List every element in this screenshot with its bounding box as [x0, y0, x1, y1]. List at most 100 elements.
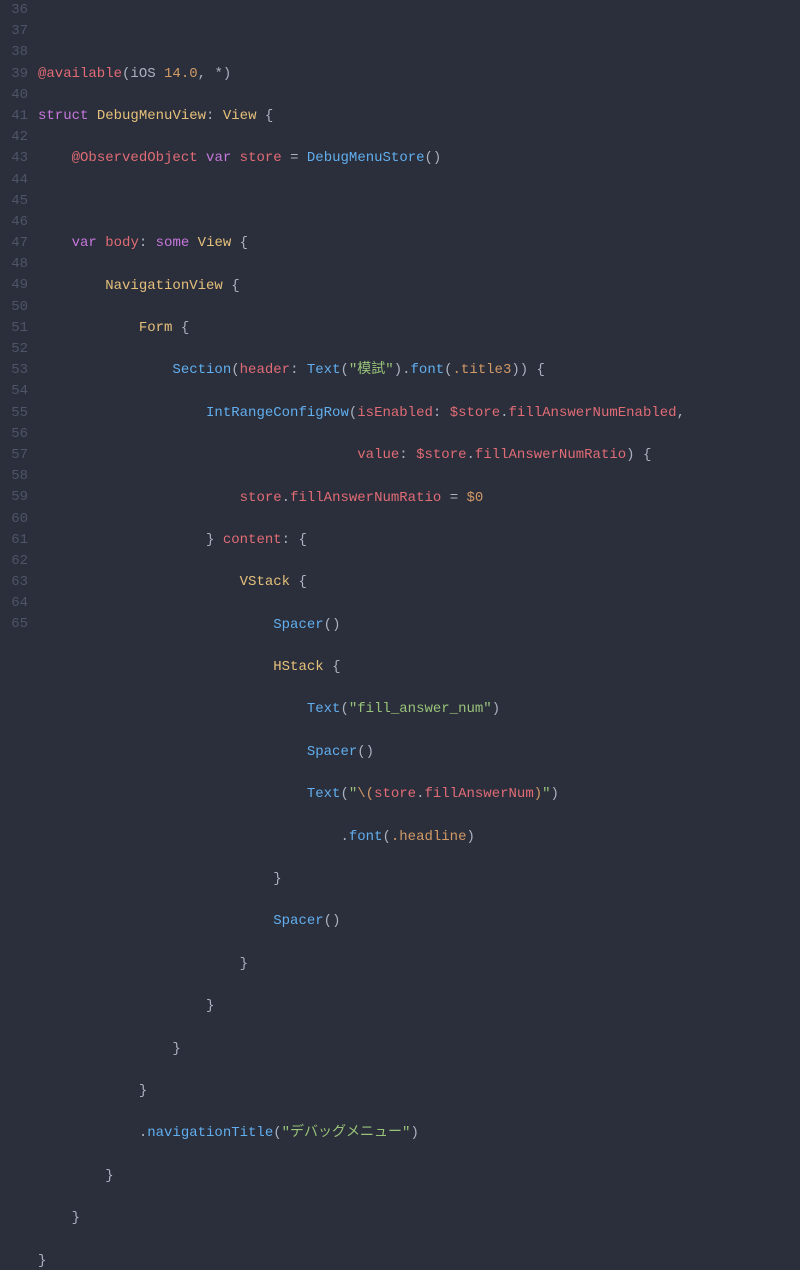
code-line[interactable]: NavigationView {	[38, 276, 800, 297]
code-line[interactable]: Spacer()	[38, 615, 800, 636]
id: fillAnswerNum	[425, 786, 534, 802]
code-line[interactable]: Spacer()	[38, 742, 800, 763]
code-line[interactable]: store.fillAnswerNumRatio = $0	[38, 488, 800, 509]
line-number: 39	[0, 64, 28, 85]
t: }	[38, 1168, 114, 1184]
t: (	[273, 1125, 281, 1141]
code-line[interactable]: }	[38, 869, 800, 890]
line-number: 43	[0, 148, 28, 169]
code-line[interactable]: }	[38, 1039, 800, 1060]
code-line[interactable]: var body: some View {	[38, 233, 800, 254]
ws	[38, 320, 139, 336]
t: :	[206, 108, 223, 124]
line-number: 40	[0, 85, 28, 106]
t: ) {	[626, 447, 651, 463]
line-number: 46	[0, 212, 28, 233]
code-content[interactable]: @available(iOS 14.0, *) struct DebugMenu…	[38, 0, 800, 635]
line-number: 47	[0, 233, 28, 254]
code-line[interactable]	[38, 191, 800, 212]
code-line[interactable]: Text("\(store.fillAnswerNum)")	[38, 784, 800, 805]
type: HStack	[273, 659, 323, 675]
t: :	[139, 235, 156, 251]
fn: DebugMenuStore	[307, 150, 425, 166]
t: {	[231, 235, 248, 251]
ws	[38, 913, 273, 929]
code-line[interactable]: @ObservedObject var store = DebugMenuSto…	[38, 148, 800, 169]
t: {	[172, 320, 189, 336]
code-line[interactable]: @available(iOS 14.0, *)	[38, 64, 800, 85]
code-editor[interactable]: 36 37 38 39 40 41 42 43 44 45 46 47 48 4…	[0, 0, 800, 635]
fn: Text	[307, 786, 341, 802]
ws	[38, 150, 72, 166]
type: NavigationView	[105, 278, 223, 294]
ws	[38, 574, 240, 590]
t: .	[38, 829, 349, 845]
t: (	[231, 362, 239, 378]
line-number: 52	[0, 339, 28, 360]
type: VStack	[240, 574, 290, 590]
t: {	[290, 574, 307, 590]
str: "デバッグメニュー"	[282, 1125, 411, 1141]
code-line[interactable]: IntRangeConfigRow(isEnabled: $store.fill…	[38, 403, 800, 424]
code-line[interactable]: .navigationTitle("デバッグメニュー")	[38, 1123, 800, 1144]
code-line[interactable]	[38, 21, 800, 42]
line-number: 51	[0, 318, 28, 339]
line-number: 58	[0, 466, 28, 487]
code-line[interactable]: Text("fill_answer_num")	[38, 699, 800, 720]
arg: isEnabled	[357, 405, 433, 421]
t: .	[282, 490, 290, 506]
t: : {	[282, 532, 307, 548]
t: .	[416, 786, 424, 802]
code-line[interactable]: VStack {	[38, 572, 800, 593]
num: $0	[467, 490, 484, 506]
code-line[interactable]: }	[38, 1208, 800, 1229]
code-line[interactable]: value: $store.fillAnswerNumRatio) {	[38, 445, 800, 466]
code-line[interactable]: struct DebugMenuView: View {	[38, 106, 800, 127]
line-number: 64	[0, 593, 28, 614]
code-line[interactable]: Section(header: Text("模試").font(.title3)…	[38, 360, 800, 381]
line-number: 62	[0, 551, 28, 572]
line-number: 42	[0, 127, 28, 148]
code-line[interactable]: } content: {	[38, 530, 800, 551]
line-number: 48	[0, 254, 28, 275]
t: }	[38, 1210, 80, 1226]
code-line[interactable]: }	[38, 1166, 800, 1187]
t: )	[410, 1125, 418, 1141]
t: }	[38, 532, 223, 548]
ws	[38, 362, 172, 378]
str: "模試"	[349, 362, 394, 378]
line-number: 54	[0, 381, 28, 402]
line-number: 50	[0, 297, 28, 318]
id: fillAnswerNumRatio	[290, 490, 441, 506]
fn: Text	[307, 701, 341, 717]
arg: header	[240, 362, 290, 378]
code-line[interactable]: Form {	[38, 318, 800, 339]
t: )) {	[511, 362, 545, 378]
interp: \(	[357, 786, 374, 802]
fn: navigationTitle	[147, 1125, 273, 1141]
code-line[interactable]: }	[38, 1081, 800, 1102]
t: .	[467, 447, 475, 463]
t: )	[467, 829, 475, 845]
str: "	[349, 786, 357, 802]
line-number: 60	[0, 509, 28, 530]
code-line[interactable]: }	[38, 1251, 800, 1270]
fn: font	[349, 829, 383, 845]
code-line[interactable]: Spacer()	[38, 911, 800, 932]
line-number: 61	[0, 530, 28, 551]
t: , *)	[198, 66, 232, 82]
code-line[interactable]: HStack {	[38, 657, 800, 678]
t: ,	[677, 405, 685, 421]
code-line[interactable]: }	[38, 996, 800, 1017]
arg: content	[223, 532, 282, 548]
line-number: 53	[0, 360, 28, 381]
arg: value	[357, 447, 399, 463]
t: )	[551, 786, 559, 802]
t: }	[38, 998, 214, 1014]
code-line[interactable]: }	[38, 954, 800, 975]
ws	[38, 405, 206, 421]
t: =	[441, 490, 466, 506]
t: .	[500, 405, 508, 421]
code-line[interactable]: .font(.headline)	[38, 827, 800, 848]
enum: .title3	[453, 362, 512, 378]
